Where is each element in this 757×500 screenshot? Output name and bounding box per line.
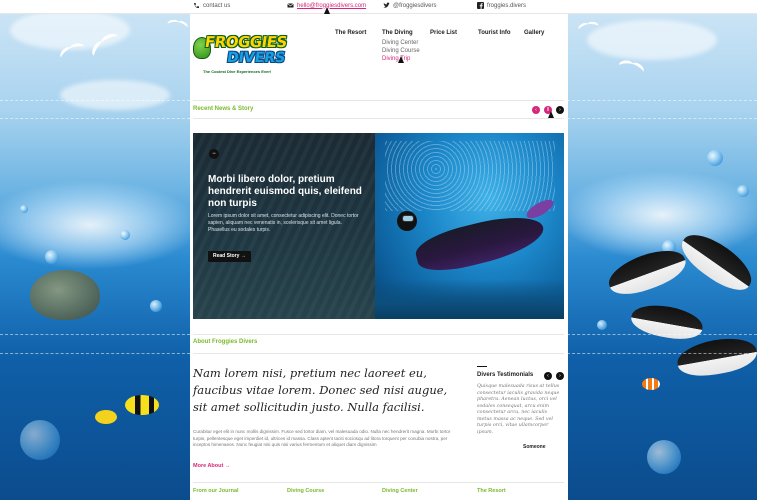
guide-line [567, 353, 757, 354]
angelfish [125, 395, 159, 415]
footer-resort-title[interactable]: The Resort [477, 488, 506, 494]
recent-news-title: Recent News & Story [193, 106, 254, 112]
mouse-cursor-icon [548, 111, 554, 118]
twitter-label: @froggiesdivers [393, 2, 437, 9]
divider [193, 482, 564, 483]
bubble [707, 150, 723, 166]
more-about-link[interactable]: More About → [193, 463, 230, 469]
site-logo[interactable]: FROGGIES DIVERS The Coolest Dive Experie… [193, 31, 288, 79]
about-title: About Froggies Divers [193, 339, 258, 345]
footer-diving-course-title[interactable]: Diving Course [287, 488, 324, 494]
wave-splash [0, 180, 190, 270]
seagull-icon [167, 17, 189, 28]
nav-gallery[interactable]: Gallery [524, 30, 544, 36]
bubble [20, 205, 28, 213]
fish-school [385, 141, 555, 211]
nav-tourist-info[interactable]: Tourist Info [478, 30, 511, 36]
testimonial-next-button[interactable]: › [556, 372, 564, 380]
logo-line2: DIVERS [225, 50, 287, 66]
testimonial-author: Someone [523, 444, 546, 450]
cloud-shape [60, 80, 170, 110]
testimonial-prev-button[interactable]: ‹ [544, 372, 552, 380]
facebook-label: froggies.divers [487, 2, 527, 9]
orca [674, 333, 757, 381]
bubble [647, 440, 681, 474]
divider [193, 353, 564, 354]
testimonials-title: Divers Testimonials [477, 372, 534, 378]
cloud-shape [587, 20, 717, 60]
contact-us-link[interactable]: contact us [193, 2, 230, 9]
guide-line [0, 118, 190, 119]
story-excerpt: Lorem ipsum dolor sit amet, consectetur … [208, 213, 359, 233]
story-prev-icon[interactable]: − [209, 149, 219, 159]
email-label: hello@froggiesdivers.com [297, 2, 367, 9]
submenu-diving-center[interactable]: Diving Center [382, 39, 420, 47]
phone-icon [193, 2, 200, 9]
story-heading: Morbi libero dolor, pretium hendrerit eu… [208, 174, 362, 209]
guide-line [567, 118, 757, 119]
bubble [45, 250, 59, 264]
guide-line [0, 353, 190, 354]
guide-line [567, 100, 757, 101]
contact-us-label: contact us [203, 2, 231, 9]
facebook-link[interactable]: froggies.divers [477, 2, 526, 9]
submenu-diving-course[interactable]: Diving Course [382, 47, 420, 55]
bubble [737, 185, 749, 197]
jellyfish [20, 420, 60, 460]
mouse-cursor-icon [324, 7, 330, 14]
contact-bar: contact us hello@froggiesdivers.com @fro… [0, 0, 757, 14]
news-next-button[interactable]: › [556, 106, 564, 114]
about-quote: Nam lorem nisi, pretium nec laoreet eu, … [193, 366, 448, 414]
story-text-panel: − Morbi libero dolor, pretium hendrerit … [193, 133, 375, 319]
read-story-button[interactable]: Read Story → [208, 251, 251, 262]
testimonial-rule [477, 366, 487, 367]
footer-diving-center-title[interactable]: Diving Center [382, 488, 418, 494]
twitter-link[interactable]: @froggiesdivers [383, 2, 436, 9]
divider [193, 100, 564, 101]
testimonial-text: Quisque malesuada risus at tellus consec… [477, 384, 560, 435]
right-ocean-background [567, 0, 757, 500]
nav-price-list[interactable]: Price List [430, 30, 457, 36]
guide-line [0, 100, 190, 101]
about-text: Curabitur eget elit in nunc mollis digni… [193, 429, 451, 447]
logo-line1: FROGGIES [203, 33, 289, 51]
orca [628, 300, 706, 344]
bubble [150, 300, 162, 312]
footer-journal-title[interactable]: From our Journal [193, 488, 239, 494]
featured-story: − Morbi libero dolor, pretium hendrerit … [193, 133, 564, 319]
facebook-icon [477, 2, 484, 9]
divider [193, 118, 564, 119]
main-content: FROGGIES DIVERS The Coolest Dive Experie… [190, 14, 568, 500]
sea-turtle [30, 270, 100, 320]
nav-the-diving[interactable]: The Diving [382, 30, 413, 36]
clownfish [642, 378, 660, 390]
bubble [597, 320, 607, 330]
divider [193, 334, 564, 335]
diver-mask [402, 215, 414, 222]
seagull-icon [577, 19, 599, 30]
mail-icon [287, 2, 294, 9]
coral-reef [375, 279, 564, 319]
diver-figure [412, 207, 548, 279]
bubble [120, 230, 130, 240]
logo-tagline: The Coolest Dive Experiences Ever! [203, 69, 272, 74]
nav-the-resort[interactable]: The Resort [335, 30, 366, 36]
news-prev-button[interactable]: ‹ [532, 106, 540, 114]
guide-line [567, 334, 757, 335]
twitter-icon [383, 2, 390, 9]
guide-line [0, 334, 190, 335]
left-ocean-background [0, 0, 190, 500]
yellow-fish [95, 410, 117, 424]
mouse-cursor-icon [398, 56, 404, 63]
diver-photo [375, 133, 564, 319]
